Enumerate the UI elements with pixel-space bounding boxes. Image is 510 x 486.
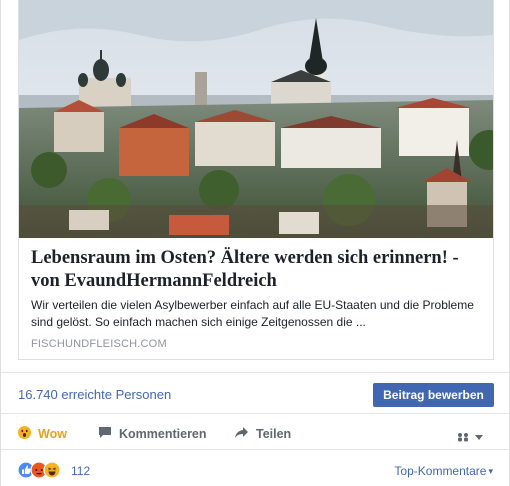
link-domain: FISCHUNDFLEISCH.COM (31, 338, 167, 350)
audience-selector[interactable] (456, 430, 486, 444)
link-description: Wir verteilen die vielen Asylbewerber ei… (31, 298, 474, 329)
share-label: Teilen (256, 427, 292, 441)
link-title[interactable]: Lebensraum im Osten? Ältere werden sich … (31, 247, 483, 293)
reaction-icons[interactable] (17, 461, 70, 479)
wow-reaction-button[interactable]: Wow (18, 426, 67, 442)
reactions-summary: 112 Top-Kommentare ▾ (1, 455, 509, 486)
comment-label: Kommentieren (119, 427, 207, 441)
promotion-bar: 16.740 erreichte Personen Beitrag bewerb… (1, 372, 509, 414)
caret-down-icon: ▾ (488, 466, 493, 476)
top-comments-dropdown[interactable]: Top-Kommentare ▾ (394, 464, 493, 478)
reaction-count[interactable]: 112 (71, 464, 90, 478)
wow-emoji-icon (18, 426, 31, 442)
share-arrow-icon (234, 426, 249, 442)
comment-icon (98, 426, 112, 442)
people-reached-link[interactable]: 16.740 erreichte Personen (18, 387, 171, 402)
share-button[interactable]: Teilen (234, 426, 291, 442)
friends-chevron-down-icon (458, 433, 483, 442)
comment-button[interactable]: Kommentieren (98, 426, 207, 442)
top-comments-label: Top-Kommentare (394, 464, 487, 478)
haha-reaction-icon (43, 461, 61, 479)
link-preview-image[interactable] (19, 0, 493, 238)
post-actions: Wow Kommentieren Teilen (1, 418, 509, 450)
wow-label: Wow (38, 427, 67, 441)
old-town-skyline-photo (19, 0, 493, 238)
post-card: Lebensraum im Osten? Ältere werden sich … (0, 0, 510, 486)
boost-post-button[interactable]: Beitrag bewerben (373, 383, 494, 407)
link-preview-card[interactable]: Lebensraum im Osten? Ältere werden sich … (18, 0, 494, 360)
